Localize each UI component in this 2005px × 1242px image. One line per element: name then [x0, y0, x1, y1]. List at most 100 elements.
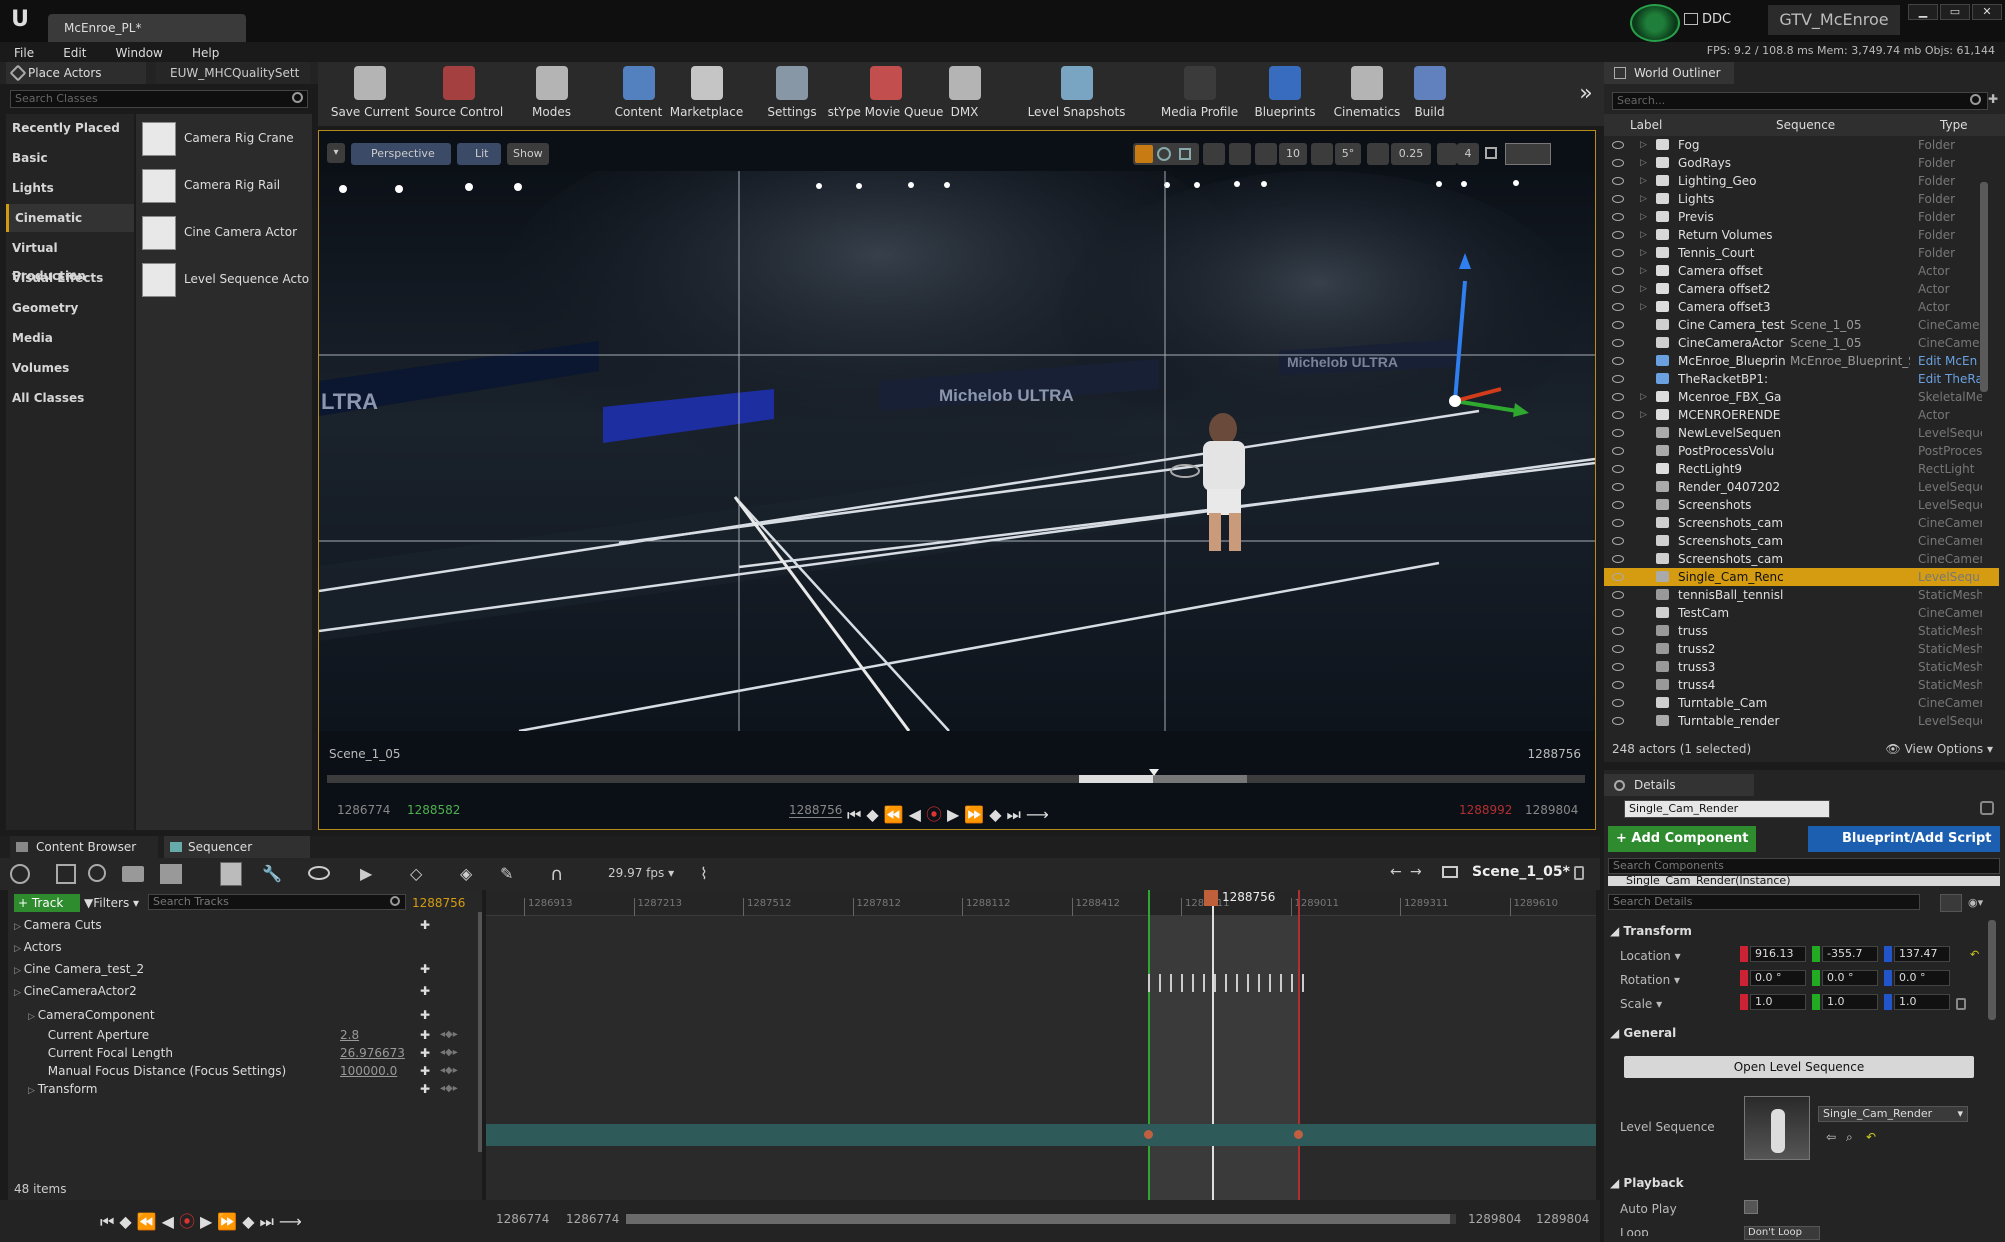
outliner-row[interactable]: truss4 StaticMesh — [1604, 676, 1999, 694]
visibility-eye-icon[interactable] — [1612, 429, 1624, 437]
expand-arrow-icon[interactable]: ▷ — [1640, 406, 1647, 424]
scale-mode-icon[interactable] — [1179, 148, 1191, 160]
outliner-row[interactable]: ▷ Lighting_Geo Folder — [1604, 172, 1999, 190]
minimize-button[interactable]: ▁ — [1908, 4, 1938, 20]
level-viewport[interactable]: ▾ Perspective Lit Show 10 5° 0.25 4 LTRA… — [318, 130, 1596, 830]
track-expand-icon[interactable]: ▷ — [28, 1086, 38, 1096]
seq-scroll-thumb[interactable] — [626, 1214, 1450, 1224]
seq-step-back-icon[interactable]: ⏪ — [137, 1212, 162, 1231]
build-button[interactable]: Build — [1406, 62, 1453, 126]
tools-icon[interactable]: 🔧 — [262, 864, 282, 884]
current-frame-field[interactable]: 1288756 — [412, 896, 465, 910]
expand-arrow-icon[interactable]: ▷ — [1640, 388, 1647, 406]
level-snapshots-button[interactable]: Level Snapshots — [1018, 62, 1135, 126]
vp-current-frame[interactable]: 1288756 — [789, 803, 843, 818]
visibility-eye-icon[interactable] — [1612, 177, 1624, 185]
outliner-row[interactable]: truss StaticMesh — [1604, 622, 1999, 640]
place-item[interactable]: Cine Camera Actor — [140, 212, 310, 252]
toolbar-overflow-icon[interactable]: » — [1574, 62, 1598, 126]
outliner-row[interactable]: ▷ MCENROERENDE Actor — [1604, 406, 1999, 424]
seq-play-icon[interactable]: ▶ — [200, 1212, 217, 1231]
menu-window[interactable]: Window — [116, 43, 163, 63]
outliner-row[interactable]: Screenshots_cam CineCamer — [1604, 514, 1999, 532]
cinematics-button[interactable]: Cinematics — [1326, 62, 1408, 126]
track-row[interactable]: ▷ Cine Camera_test_2 ✚ — [8, 958, 482, 980]
seq-range-end-1[interactable]: 1289804 — [1468, 1212, 1521, 1226]
visibility-eye-icon[interactable] — [1612, 231, 1624, 239]
visibility-eye-icon[interactable] — [1612, 627, 1624, 635]
browse-icon[interactable]: ⌕ — [1846, 1130, 1853, 1145]
vp-prev-key-icon[interactable]: ◆ — [866, 805, 883, 824]
media-profile-button[interactable]: Media Profile — [1148, 62, 1251, 126]
visibility-eye-icon[interactable] — [1612, 717, 1624, 725]
seq-jump-start-icon[interactable]: ⏮ — [100, 1212, 119, 1231]
vp-loop-icon[interactable]: ⟶ — [1026, 805, 1054, 824]
seq-scroll-track[interactable] — [626, 1214, 1456, 1224]
seq-next-key-icon[interactable]: ◆ — [242, 1212, 259, 1231]
visibility-eye-icon[interactable] — [1612, 591, 1624, 599]
open-level-sequence-button[interactable]: Open Level Sequence — [1624, 1056, 1974, 1078]
edit-key-icon[interactable]: ✎ — [500, 864, 513, 883]
rotation-snap-icon[interactable] — [1311, 143, 1333, 165]
visibility-eye-icon[interactable] — [1612, 375, 1624, 383]
outliner-row[interactable]: ▷ Camera offset3 Actor — [1604, 298, 1999, 316]
track-expand-icon[interactable]: ▷ — [14, 922, 24, 932]
add-filter-icon[interactable]: ✚ — [1988, 92, 2002, 108]
category-all-classes[interactable]: All Classes — [6, 384, 134, 412]
level-sequence-thumbnail[interactable] — [1744, 1096, 1810, 1160]
category-cinematic[interactable]: Cinematic — [6, 204, 134, 232]
visibility-eye-icon[interactable] — [1612, 267, 1624, 275]
category-recently-placed[interactable]: Recently Placed — [6, 114, 134, 142]
outliner-row[interactable]: ▷ Return Volumes Folder — [1604, 226, 1999, 244]
visibility-eye-icon[interactable] — [1612, 447, 1624, 455]
details-scrollbar[interactable] — [1988, 920, 1996, 1020]
category-lights[interactable]: Lights — [6, 174, 134, 202]
track-row[interactable]: ▷ CameraComponent ✚ — [8, 1004, 482, 1026]
visibility-eye-icon[interactable] — [1612, 159, 1624, 167]
source-control-button[interactable]: Source Control — [404, 62, 514, 126]
seq-loop-icon[interactable]: ⟶ — [279, 1212, 307, 1231]
perspective-button[interactable]: Perspective — [351, 143, 451, 165]
outliner-row[interactable]: Single_Cam_Renc LevelSequ — [1604, 568, 1999, 586]
seq-record-icon[interactable]: ⦿ — [179, 1212, 200, 1231]
close-button[interactable]: ✕ — [1972, 4, 2002, 20]
location-y-field[interactable]: -355.7 — [1822, 946, 1878, 962]
save-sequence-icon[interactable] — [56, 864, 76, 884]
transform-section[interactable]: ◢ Transform — [1610, 924, 1692, 938]
outliner-row[interactable]: ▷ Mcenroe_FBX_Ga SkeletalMe — [1604, 388, 1999, 406]
outliner-row[interactable]: Screenshots_cam CineCamer — [1604, 532, 1999, 550]
tab-place-actors[interactable]: Place Actors — [6, 62, 146, 84]
category-virtual-production[interactable]: Virtual Production — [6, 234, 134, 283]
scale-snap-value[interactable]: 0.25 — [1391, 143, 1431, 165]
modes-button[interactable]: Modes — [528, 62, 575, 126]
expand-arrow-icon[interactable]: ▷ — [1640, 226, 1647, 244]
vp-step-fwd-icon[interactable]: ⏩ — [964, 805, 989, 824]
outliner-row[interactable]: ▷ GodRays Folder — [1604, 154, 1999, 172]
visibility-eye-icon[interactable] — [1612, 357, 1624, 365]
search-tracks-input[interactable]: Search Tracks — [148, 894, 406, 910]
component-instance-row[interactable]: Single_Cam_Render(Instance) — [1608, 876, 2000, 886]
category-basic[interactable]: Basic — [6, 144, 134, 172]
visibility-eye-icon[interactable] — [1612, 519, 1624, 527]
level-tab[interactable]: McEnroe_PL* — [48, 14, 246, 42]
track-splitter[interactable] — [478, 912, 482, 1152]
loop-dropdown[interactable]: Don't Loop — [1744, 1226, 1820, 1240]
use-selected-icon[interactable]: ⇦ — [1826, 1130, 1836, 1144]
vp-jump-end-icon[interactable]: ⏭ — [1007, 805, 1026, 824]
visibility-eye-icon[interactable] — [1612, 465, 1624, 473]
playback-section[interactable]: ◢ Playback — [1610, 1176, 1684, 1190]
view-options-button[interactable]: 👁 View Options ▾ — [1886, 742, 1994, 756]
snapping-magnet-icon[interactable]: ∩ — [550, 864, 563, 885]
transform-track-bar[interactable] — [486, 1124, 1596, 1146]
translate-mode-icon[interactable] — [1135, 145, 1153, 163]
back-icon[interactable]: ← — [1390, 864, 1402, 880]
outliner-row[interactable]: ▷ Camera offset Actor — [1604, 262, 1999, 280]
scale-snap-icon[interactable] — [1367, 143, 1389, 165]
outliner-search-input[interactable]: Search... — [1612, 92, 1988, 110]
visibility-eye-icon[interactable] — [1612, 411, 1624, 419]
seq-prev-key-icon[interactable]: ◆ — [119, 1212, 136, 1231]
add-key-icon[interactable]: ✚ — [420, 958, 430, 980]
scale-label[interactable]: Scale ▾ — [1620, 997, 1662, 1011]
sequence-lock-icon[interactable] — [1574, 866, 1584, 880]
vp-jump-start-icon[interactable]: ⏮ — [847, 805, 866, 824]
